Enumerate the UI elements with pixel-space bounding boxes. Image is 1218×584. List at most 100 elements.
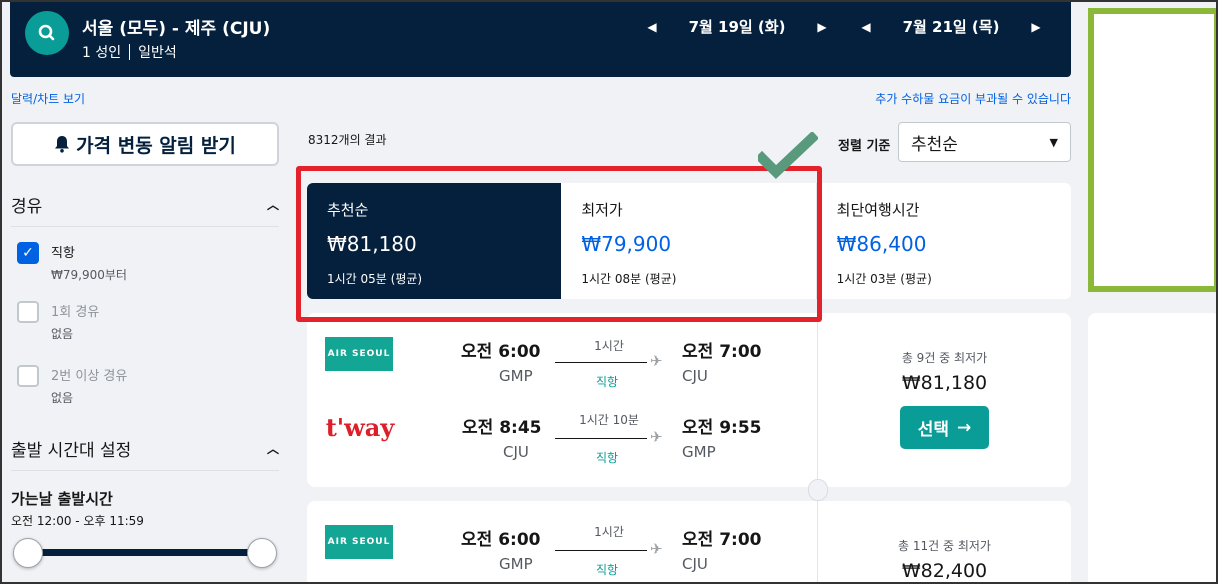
prev-return-date-icon[interactable]: ◀ — [856, 20, 876, 34]
arrival-airport: CJU — [682, 367, 708, 385]
divider — [11, 470, 279, 471]
bell-icon — [55, 136, 70, 153]
airseoul-logo: AIR SEOUL — [325, 337, 393, 371]
highlight-annotation-box — [296, 166, 822, 322]
arrival-time: 오전 9:55 — [682, 418, 762, 438]
price-panel: 총 11건 중 최저가 ₩82,400 — [818, 537, 1071, 582]
tway-logo: t'way — [325, 413, 395, 442]
price-alert-button[interactable]: 가격 변동 알림 받기 — [11, 122, 279, 166]
checkbox-icon[interactable] — [17, 301, 39, 323]
departure-time: 오전 6:00 — [461, 530, 541, 550]
time-slider-end-handle[interactable] — [247, 538, 277, 568]
select-button-label: 선택 — [917, 420, 950, 440]
passenger-cabin[interactable]: 1 성인 일반석 — [82, 42, 177, 62]
time-slider-track[interactable] — [28, 549, 264, 556]
stops-option-sub: 없음 — [51, 327, 74, 341]
arrival-time: 오전 7:00 — [682, 530, 762, 550]
cabin-class: 일반석 — [138, 45, 177, 61]
time-slider-start-handle[interactable] — [13, 538, 43, 568]
departure-airport: GMP — [499, 555, 533, 573]
next-depart-date-icon[interactable]: ▶ — [812, 20, 832, 34]
return-date-nav: ◀ 7월 21일 (목) ▶ — [856, 16, 1046, 37]
sort-dropdown[interactable]: 추천순 ▼ — [898, 122, 1071, 162]
sort-label: 정렬 기준 — [838, 139, 891, 154]
search-button[interactable] — [25, 11, 69, 55]
flight-duration: 1시간 — [594, 339, 624, 353]
stops-filter-title: 경유 — [11, 197, 43, 217]
sort-value: 추천순 — [911, 134, 958, 155]
arrival-time: 오전 7:00 — [682, 342, 762, 362]
sort-tab-price: ₩86,400 — [836, 232, 927, 256]
prev-depart-date-icon[interactable]: ◀ — [642, 20, 662, 34]
chevron-up-icon[interactable]: ︿ — [267, 440, 279, 457]
airseoul-logo: AIR SEOUL — [325, 525, 393, 559]
stops-label: 직항 — [595, 563, 619, 577]
passenger-count: 1 성인 — [82, 45, 122, 61]
ad-placeholder — [1088, 313, 1218, 584]
departure-time-filter-header[interactable]: 출발 시간대 설정 ︿ — [11, 436, 279, 461]
search-icon — [38, 24, 55, 41]
departure-airport: CJU — [503, 443, 529, 461]
sort-tab-fastest[interactable]: 최단여행시간 ₩86,400 1시간 03분 (평균) — [817, 183, 1071, 299]
card-notch — [808, 479, 828, 501]
flight-leg-outbound: AIR SEOUL 오전 6:00 GMP 1시간 ✈ 직항 오전 7:00 C… — [307, 519, 817, 581]
flight-duration: 1시간 10분 — [579, 413, 639, 427]
ad-banner[interactable] — [1088, 8, 1218, 292]
outbound-time-title: 가는날 출발시간 — [11, 490, 113, 508]
chevron-up-icon[interactable]: ︿ — [267, 196, 279, 213]
route-line — [555, 438, 647, 439]
price-value: ₩81,180 — [901, 372, 988, 394]
stops-option-direct[interactable]: ✓ 직항 ₩79,900부터 — [17, 242, 127, 283]
stops-option-one-stop[interactable]: 1회 경유 없음 — [17, 301, 99, 342]
flight-leg-outbound: AIR SEOUL 오전 6:00 GMP 1시간 ✈ 직항 오전 7:00 C… — [307, 331, 817, 393]
price-panel: 총 9건 중 최저가 ₩81,180 선택 → — [818, 349, 1071, 449]
depart-date-nav: ◀ 7월 19일 (화) ▶ — [642, 16, 832, 37]
search-summary-header: 서울 (모두) - 제주 (CJU) 1 성인 일반석 ◀ 7월 19일 (화)… — [10, 2, 1071, 77]
stops-option-sub: 없음 — [51, 391, 74, 405]
flight-duration: 1시간 — [594, 525, 624, 539]
select-button[interactable]: 선택 → — [899, 406, 990, 449]
plane-icon: ✈ — [650, 540, 663, 558]
flight-leg-return: t'way 오전 8:45 CJU 1시간 10분 ✈ 직항 오전 9:55 G… — [307, 407, 817, 469]
next-return-date-icon[interactable]: ▶ — [1026, 20, 1046, 34]
divider — [11, 226, 279, 227]
return-date[interactable]: 7월 21일 (목) — [876, 16, 1026, 37]
flight-card[interactable]: AIR SEOUL 오전 6:00 GMP 1시간 ✈ 직항 오전 7:00 C… — [307, 501, 1071, 584]
checkbox-icon[interactable] — [17, 365, 39, 387]
departure-time-title: 출발 시간대 설정 — [11, 441, 132, 461]
stops-label: 직항 — [595, 375, 619, 389]
stops-option-two-plus[interactable]: 2번 이상 경유 없음 — [17, 365, 127, 406]
checkbox-checked-icon[interactable]: ✓ — [17, 242, 39, 264]
arrival-airport: GMP — [682, 443, 716, 461]
stops-option-sub: ₩79,900부터 — [51, 268, 127, 282]
divider — [129, 44, 131, 60]
route-text[interactable]: 서울 (모두) - 제주 (CJU) — [82, 14, 270, 39]
departure-airport: GMP — [499, 367, 533, 385]
checkmark-icon — [758, 132, 818, 179]
departure-time: 오전 8:45 — [462, 418, 542, 438]
outbound-time-range: 오전 12:00 - 오후 11:59 — [11, 514, 144, 528]
baggage-fee-link[interactable]: 추가 수하물 요금이 부과될 수 있습니다 — [875, 90, 1071, 107]
arrival-airport: CJU — [682, 555, 708, 573]
dropdown-arrow-icon: ▼ — [1049, 135, 1058, 149]
stops-option-label: 직항 — [51, 246, 75, 261]
stops-option-label: 2번 이상 경유 — [51, 369, 128, 384]
route-line — [555, 550, 647, 551]
calendar-chart-link[interactable]: 달력/차트 보기 — [11, 90, 85, 107]
price-value: ₩82,400 — [901, 560, 988, 582]
plane-icon: ✈ — [650, 352, 663, 370]
route-line — [555, 362, 647, 363]
departure-time: 오전 6:00 — [461, 342, 541, 362]
stops-filter-header[interactable]: 경유 ︿ — [11, 192, 279, 217]
arrow-right-icon: → — [957, 417, 972, 438]
offer-count: 총 9건 중 최저가 — [901, 351, 988, 365]
price-alert-label: 가격 변동 알림 받기 — [76, 134, 236, 157]
sort-tab-duration: 1시간 03분 (평균) — [836, 272, 932, 286]
flight-card[interactable]: AIR SEOUL 오전 6:00 GMP 1시간 ✈ 직항 오전 7:00 C… — [307, 313, 1071, 487]
stops-label: 직항 — [595, 451, 619, 465]
result-count: 8312개의 결과 — [308, 133, 387, 147]
offer-count: 총 11건 중 최저가 — [898, 539, 991, 553]
plane-icon: ✈ — [650, 428, 663, 446]
sort-tab-title: 최단여행시간 — [836, 201, 920, 219]
depart-date[interactable]: 7월 19일 (화) — [662, 16, 812, 37]
